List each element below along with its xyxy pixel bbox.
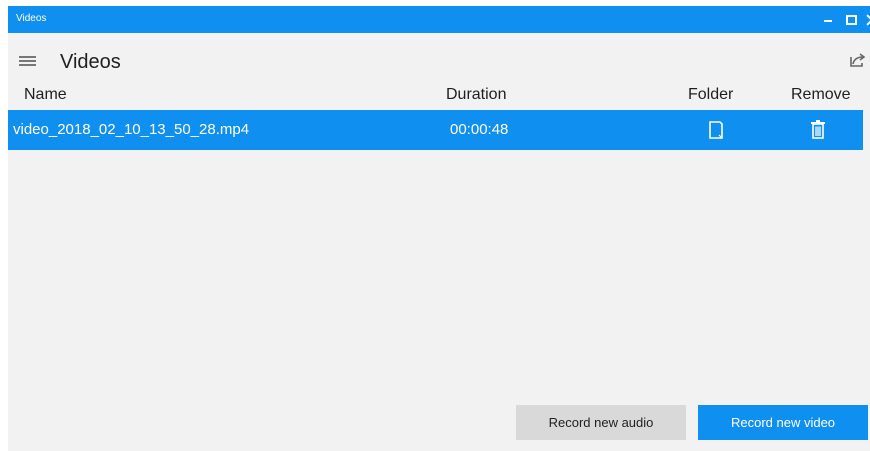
table-row[interactable]: video_2018_02_10_13_50_28.mp4 00:00:48 [8,110,863,150]
column-folder: Folder [688,86,734,103]
record-video-button[interactable]: Record new video [698,405,868,440]
column-remove: Remove [791,86,851,103]
hamburger-menu-icon[interactable] [19,56,36,66]
table-header: Name Duration Folder Remove [8,82,870,110]
record-audio-button[interactable]: Record new audio [516,405,686,440]
minimize-button[interactable] [816,6,840,33]
trash-icon [811,120,825,139]
file-name: video_2018_02_10_13_50_28.mp4 [13,121,250,138]
maximize-icon [845,14,857,25]
folder-icon [709,121,723,139]
column-duration: Duration [446,86,507,103]
page-header: Videos [8,33,870,82]
minimize-icon [824,20,832,22]
column-name: Name [24,86,67,103]
open-folder-button[interactable] [705,118,727,142]
share-icon [850,53,866,67]
page-title: Videos [60,51,121,73]
title-bar: Videos [8,6,870,33]
window-title: Videos [16,13,47,24]
close-button[interactable] [860,6,870,33]
videos-window: Videos Videos Name Duration Folder Remov… [8,6,870,451]
close-icon [865,13,870,27]
share-button[interactable] [845,49,867,71]
file-duration: 00:00:48 [450,121,509,138]
remove-file-button[interactable] [807,118,829,142]
